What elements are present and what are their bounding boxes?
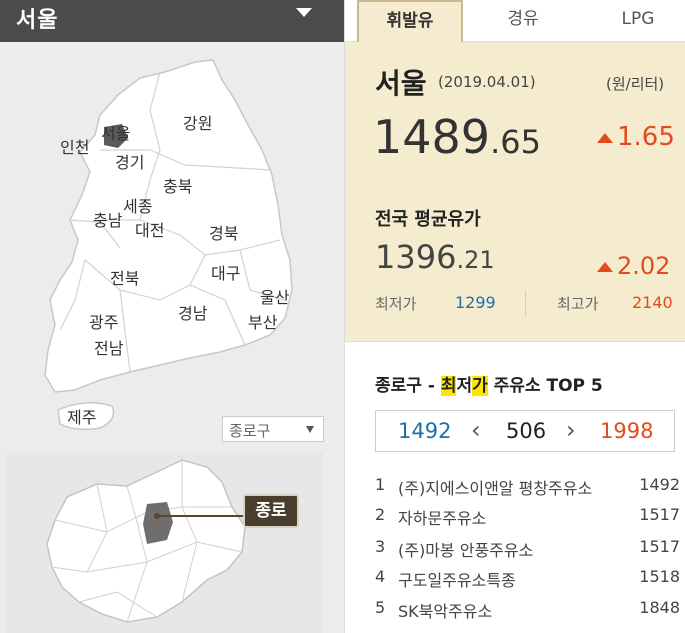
chevron-right-icon[interactable]: › bbox=[566, 416, 576, 444]
korea-mainland-shape bbox=[44, 59, 293, 393]
tab-lpg[interactable]: LPG bbox=[585, 0, 685, 42]
top5-title-suffix: 주유소 TOP 5 bbox=[487, 376, 603, 396]
regional-price-int: 1489 bbox=[373, 110, 491, 164]
top5-title-prefix: 종로구 - bbox=[375, 376, 441, 396]
seoul-shape bbox=[46, 459, 246, 623]
map-label-chungnam[interactable]: 충남 bbox=[93, 207, 122, 231]
station-name: 구도일주유소특종 bbox=[398, 571, 516, 590]
map-label-chungbuk[interactable]: 충북 bbox=[163, 173, 192, 197]
seoul-district-map[interactable] bbox=[7, 452, 323, 633]
map-label-ulsan[interactable]: 울산 bbox=[260, 284, 289, 308]
chevron-left-icon[interactable]: ‹ bbox=[471, 416, 481, 444]
price-summary: 서울 (2019.04.01) (원/리터) 1489.65 1.65 전국 평… bbox=[345, 42, 685, 342]
district-select-value: 종로구 bbox=[229, 422, 271, 440]
price-unit: (원/리터) bbox=[606, 75, 665, 93]
map-label-gyeongbuk[interactable]: 경북 bbox=[209, 220, 238, 244]
map-label-gangwon[interactable]: 강원 bbox=[183, 110, 212, 134]
district-select[interactable]: 종로구 bbox=[222, 416, 324, 442]
national-change-value: 2.02 bbox=[617, 252, 671, 280]
korea-map-svg bbox=[44, 59, 293, 431]
map-label-incheon[interactable]: 인천 bbox=[60, 134, 89, 158]
seoul-map-svg bbox=[46, 459, 246, 623]
station-rank: 2 bbox=[375, 505, 386, 524]
station-name: (주)지에스이앤알 평창주유소 bbox=[398, 479, 593, 498]
national-price: 1396.21 bbox=[375, 238, 495, 276]
station-price: 1518 bbox=[639, 567, 680, 586]
station-row[interactable]: 5 SK북악주유소 1848 bbox=[375, 598, 680, 628]
map-label-jeonnam[interactable]: 전남 bbox=[94, 335, 123, 359]
region-title: 서울 bbox=[16, 8, 59, 33]
station-row[interactable]: 2 자하문주유소 1517 bbox=[375, 505, 680, 535]
national-price-dec: .21 bbox=[456, 246, 495, 274]
range-count: 506 bbox=[506, 419, 547, 443]
chevron-down-icon bbox=[306, 426, 314, 433]
station-rank: 5 bbox=[375, 598, 386, 617]
station-price: 1848 bbox=[639, 598, 680, 617]
national-label: 전국 평균유가 bbox=[375, 209, 481, 230]
map-label-gwangju[interactable]: 광주 bbox=[89, 309, 118, 333]
regional-price: 1489.65 bbox=[373, 110, 541, 164]
map-label-sejong[interactable]: 세종 bbox=[123, 193, 152, 217]
price-date: (2019.04.01) bbox=[438, 73, 536, 91]
tab-gasoline[interactable]: 휘발유 bbox=[357, 0, 463, 42]
national-price-change: 2.02 bbox=[597, 252, 670, 280]
region-dropdown[interactable]: 서울 bbox=[0, 0, 344, 42]
map-label-jeonbuk[interactable]: 전북 bbox=[110, 265, 139, 289]
station-price: 1517 bbox=[639, 505, 680, 524]
station-price: 1517 bbox=[639, 537, 680, 556]
min-label: 최저가 bbox=[375, 295, 417, 313]
station-name: (주)마봉 안풍주유소 bbox=[398, 541, 534, 560]
district-callout: 종로 bbox=[243, 494, 299, 528]
top5-title-highlight-1: 최 bbox=[440, 376, 457, 396]
station-row[interactable]: 4 구도일주유소특종 1518 bbox=[375, 567, 680, 597]
map-label-jeju[interactable]: 제주 bbox=[67, 404, 96, 428]
max-value: 2140 bbox=[632, 293, 673, 312]
max-label: 최고가 bbox=[557, 295, 599, 313]
station-name: SK북악주유소 bbox=[398, 602, 493, 621]
min-value: 1299 bbox=[455, 293, 496, 312]
tab-diesel[interactable]: 경유 bbox=[470, 0, 576, 42]
map-panel: 서울 서울 인천 경기 강원 충북 세종 충남 대전 경북 전북 대구 울산 광… bbox=[0, 0, 344, 633]
price-info-panel: 휘발유 경유 LPG 서울 (2019.04.01) (원/리터) 1489.6… bbox=[344, 0, 685, 633]
map-label-seoul[interactable]: 서울 bbox=[101, 120, 130, 144]
caret-down-icon bbox=[296, 8, 312, 17]
regional-change-value: 1.65 bbox=[617, 122, 675, 152]
station-name: 자하문주유소 bbox=[398, 509, 487, 528]
station-rank: 3 bbox=[375, 537, 386, 556]
map-label-busan[interactable]: 부산 bbox=[248, 309, 277, 333]
top5-title: 종로구 - 최저가 주유소 TOP 5 bbox=[375, 371, 603, 396]
map-label-gyeongnam[interactable]: 경남 bbox=[178, 300, 207, 324]
price-range-box: 1492 ‹ 506 › 1998 bbox=[375, 410, 675, 452]
regional-price-change: 1.65 bbox=[597, 122, 675, 152]
triangle-up-icon bbox=[597, 132, 613, 143]
map-label-gyeonggi[interactable]: 경기 bbox=[115, 149, 144, 173]
top5-title-highlight-2: 저 bbox=[456, 376, 473, 396]
station-row[interactable]: 3 (주)마봉 안풍주유소 1517 bbox=[375, 537, 680, 567]
range-min: 1492 bbox=[398, 419, 452, 443]
range-max: 1998 bbox=[600, 419, 654, 443]
station-price: 1492 bbox=[639, 475, 680, 494]
regional-price-dec: .65 bbox=[490, 123, 541, 161]
fuel-tabs: 휘발유 경유 LPG bbox=[345, 0, 685, 42]
top5-title-highlight-3: 가 bbox=[472, 376, 488, 396]
divider bbox=[525, 290, 526, 316]
station-rank: 4 bbox=[375, 567, 386, 586]
price-region: 서울 bbox=[375, 67, 427, 100]
national-price-int: 1396 bbox=[375, 238, 457, 276]
station-row[interactable]: 1 (주)지에스이앤알 평창주유소 1492 bbox=[375, 475, 680, 505]
map-label-daegu[interactable]: 대구 bbox=[211, 260, 240, 284]
station-rank: 1 bbox=[375, 475, 386, 494]
triangle-up-icon bbox=[597, 262, 613, 272]
korea-map[interactable]: 서울 인천 경기 강원 충북 세종 충남 대전 경북 전북 대구 울산 광주 경… bbox=[0, 42, 344, 442]
top5-section: 종로구 - 최저가 주유소 TOP 5 1492 ‹ 506 › 1998 1 … bbox=[345, 342, 685, 633]
map-label-daejeon[interactable]: 대전 bbox=[135, 217, 164, 241]
